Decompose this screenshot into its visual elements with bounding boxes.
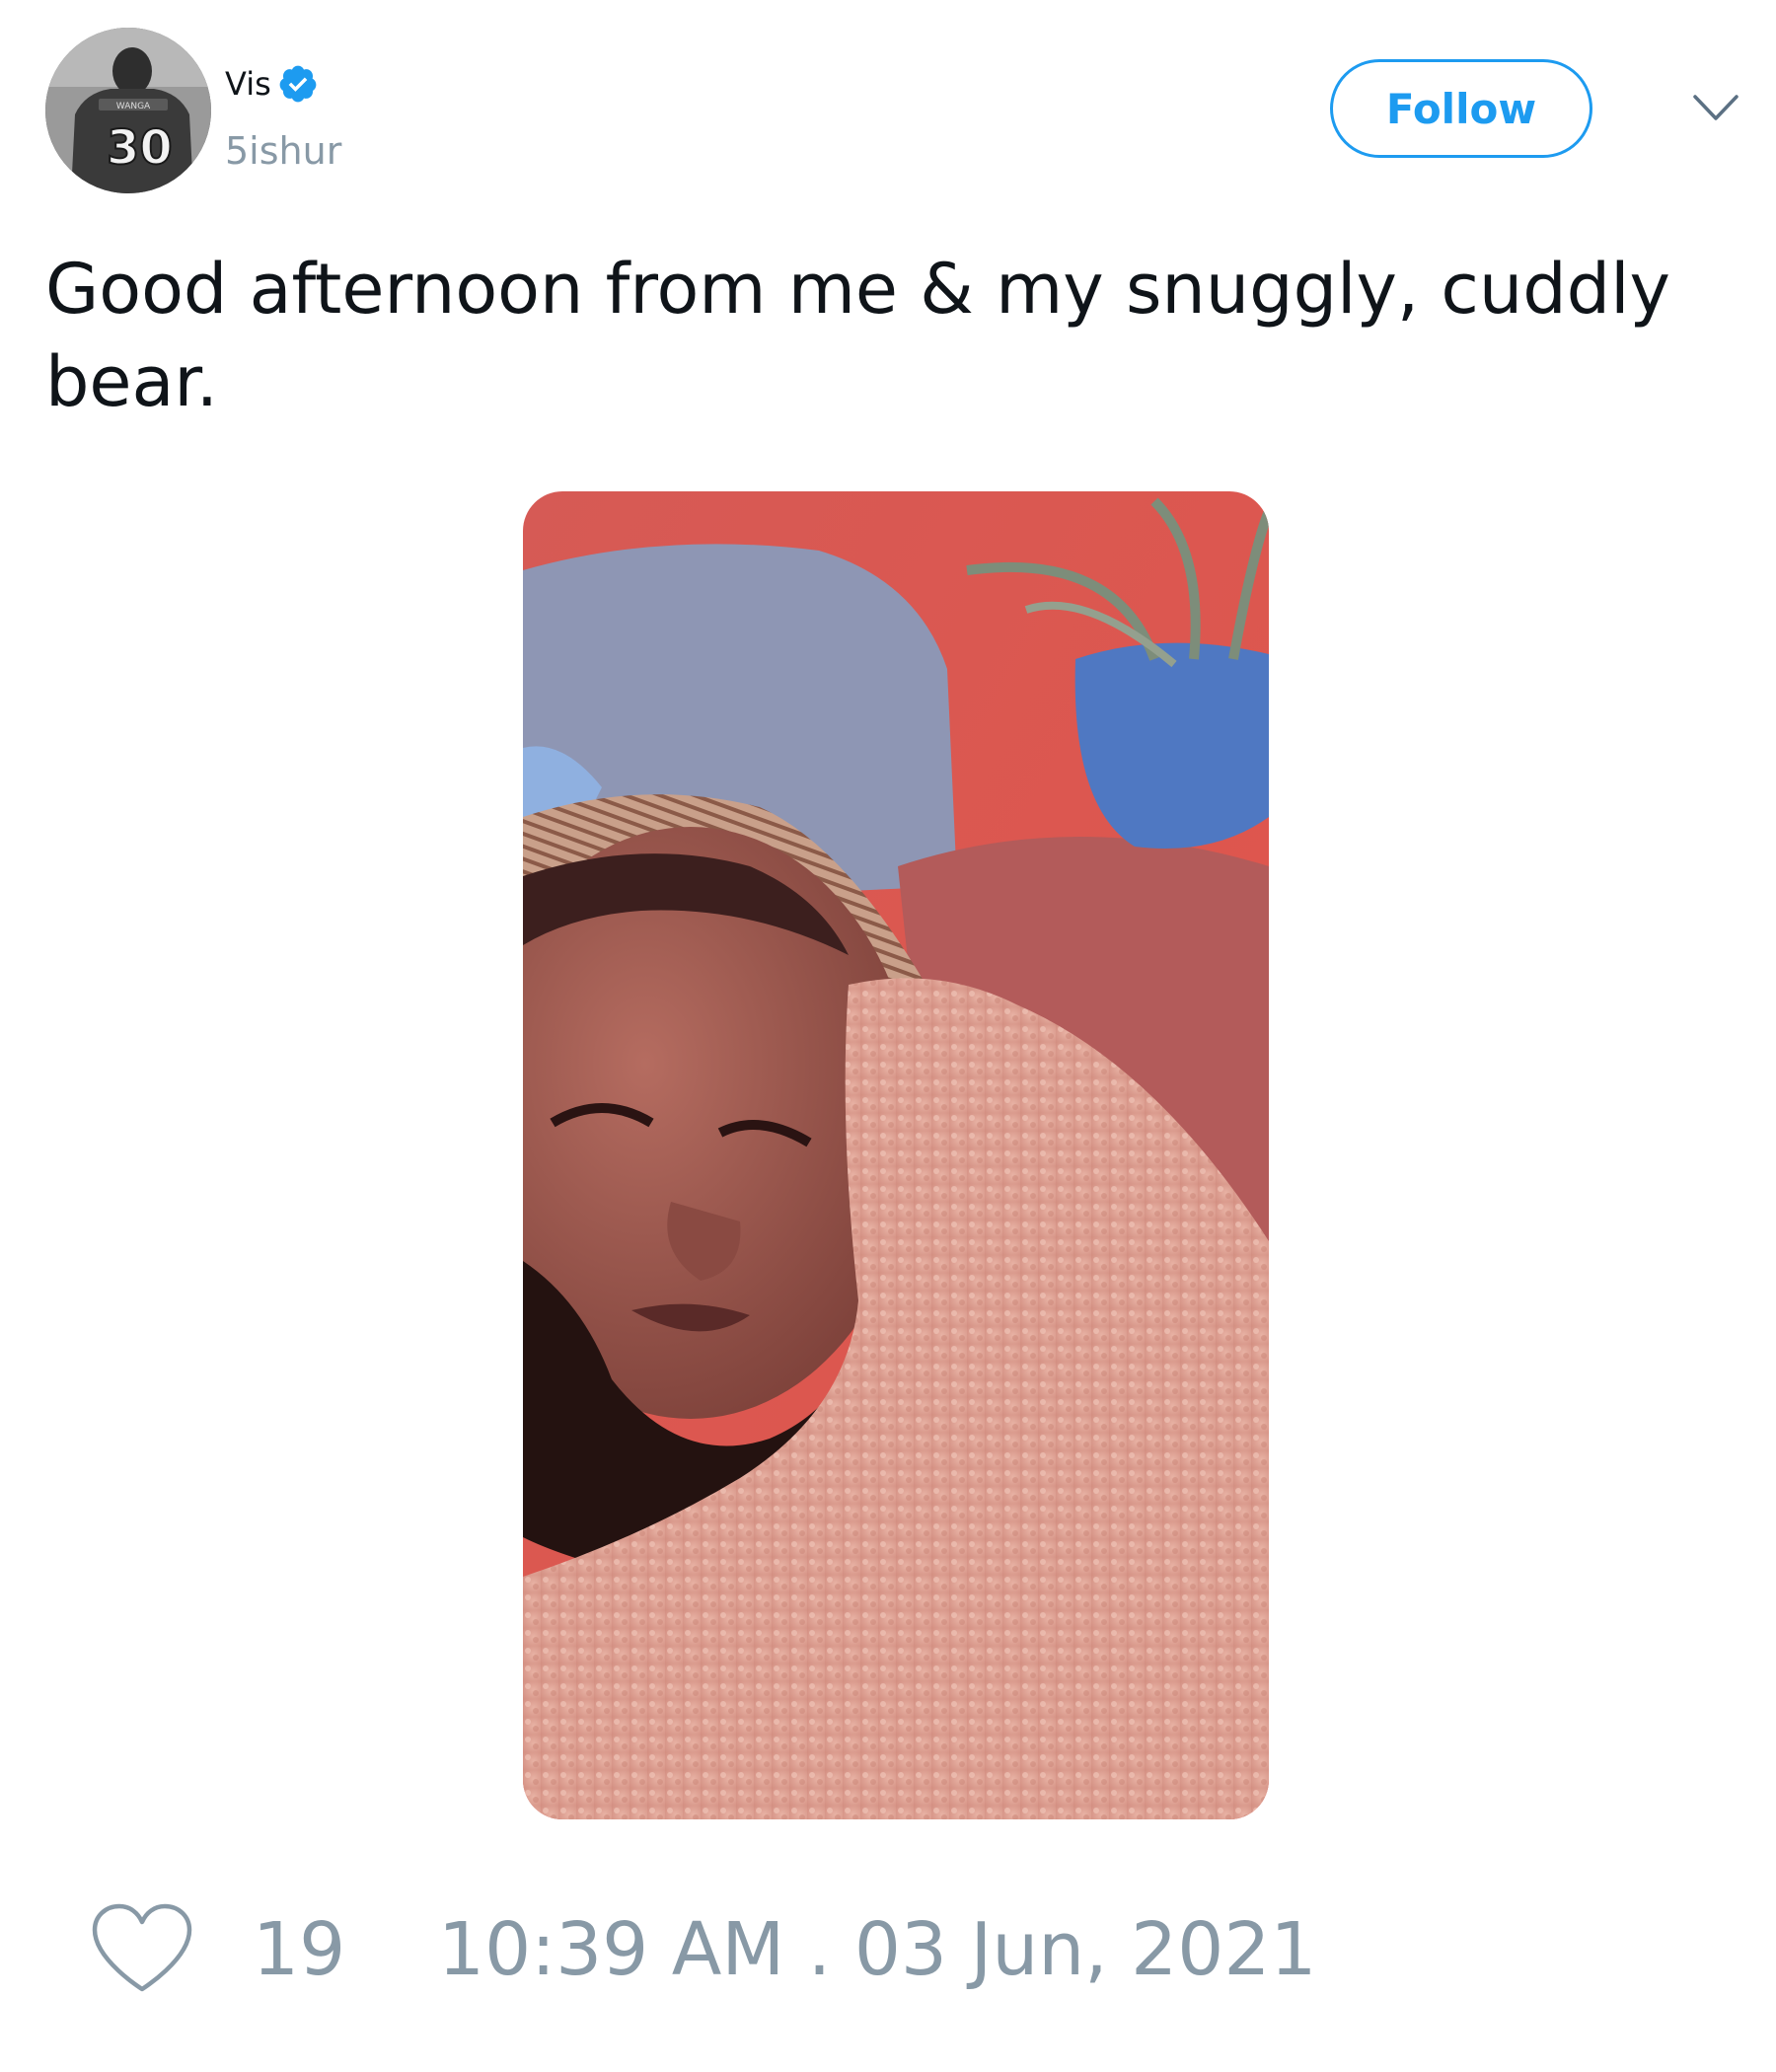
author-avatar[interactable]: WANGA 30	[45, 28, 211, 193]
tweet-photo[interactable]	[523, 491, 1269, 1819]
verified-badge-icon	[279, 65, 317, 103]
photo-icon	[523, 491, 1269, 1819]
avatar-jersey-number: 30	[107, 120, 173, 176]
avatar-jersey-name: WANGA	[116, 102, 151, 111]
author-name-row[interactable]: Vis	[225, 63, 319, 105]
author-handle[interactable]: 5ishur	[225, 128, 341, 174]
chevron-down-icon[interactable]	[1691, 91, 1740, 126]
heart-outline-icon[interactable]	[89, 1902, 195, 1997]
avatar-image: WANGA 30	[45, 28, 211, 193]
follow-button[interactable]: Follow	[1330, 59, 1592, 158]
tweet-timestamp[interactable]: 10:39 AM . 03 Jun, 2021	[438, 1908, 1317, 1991]
like-count: 19	[253, 1907, 346, 1992]
author-display-name[interactable]: Vis	[225, 64, 271, 104]
tweet-card: WANGA 30 Vis 5ishur Follow Good afternoo…	[0, 0, 1776, 2072]
tweet-text: Good afternoon from me & my snuggly, cud…	[45, 249, 1693, 422]
